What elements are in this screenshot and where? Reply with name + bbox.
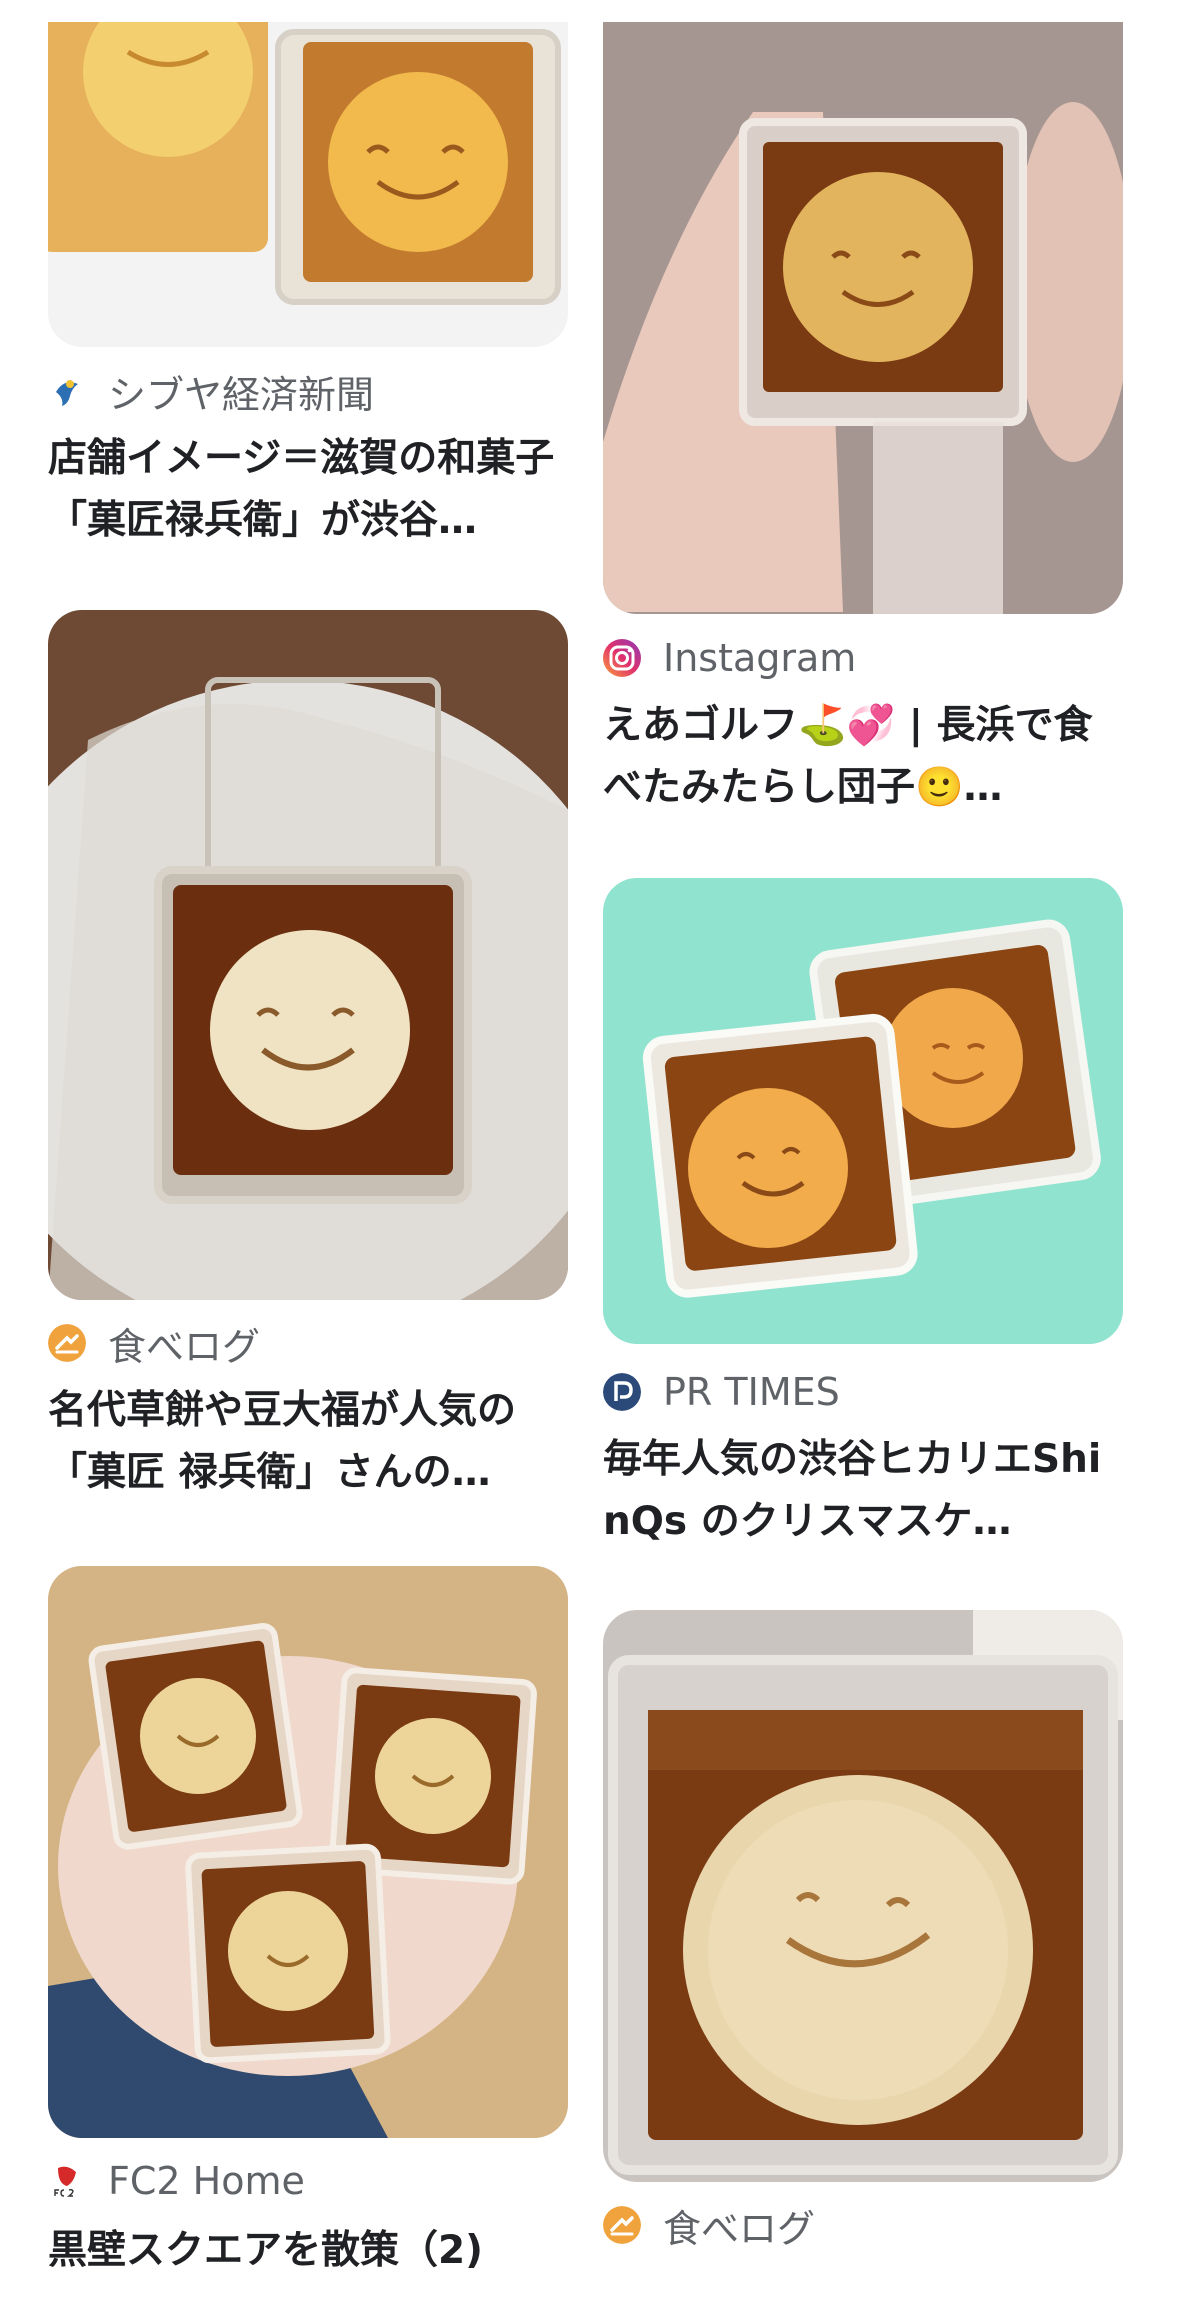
result-source-name: FC2 Home xyxy=(108,2159,305,2203)
instagram-icon xyxy=(603,639,641,677)
tabelog-icon xyxy=(48,1324,86,1362)
result-source-name: 食べログ xyxy=(663,2206,816,2251)
result-source: Instagram xyxy=(603,633,856,683)
result-source-name: 食べログ xyxy=(108,1324,261,1369)
result-source: 食べログ xyxy=(603,2200,816,2251)
result-thumbnail[interactable] xyxy=(48,610,568,1300)
result-source: 食べログ xyxy=(48,1318,261,1369)
fc2-icon xyxy=(48,2162,86,2200)
result-card[interactable]: PR TIMES 毎年人気の渋谷ヒカリエShinQs のクリスマスケ… xyxy=(603,878,1123,1578)
result-card[interactable]: Instagram えあゴルフ⛳💞 | 長浜で食べたみたらし団子🙂… xyxy=(603,0,1123,830)
result-title[interactable]: 毎年人気の渋谷ヒカリエShinQs のクリスマスケ… xyxy=(603,1429,1123,1553)
shibuya-bird-icon xyxy=(48,372,86,410)
result-title[interactable]: 店舗イメージ＝滋賀の和菓子「菓匠禄兵衛」が渋谷… xyxy=(48,428,568,552)
result-thumbnail[interactable] xyxy=(48,1566,568,2138)
result-source: PR TIMES xyxy=(603,1367,840,1417)
result-title[interactable]: 黒壁スクエアを散策（2) xyxy=(48,2220,568,2282)
result-title[interactable]: えあゴルフ⛳💞 | 長浜で食べたみたらし団子🙂… xyxy=(603,695,1123,819)
result-card[interactable]: シブヤ経済新聞 店舗イメージ＝滋賀の和菓子「菓匠禄兵衛」が渋谷… xyxy=(48,0,568,560)
result-thumbnail[interactable] xyxy=(603,878,1123,1344)
result-title[interactable]: 名代草餅や豆大福が人気の「菓匠 禄兵衛」さんの… xyxy=(48,1380,568,1504)
result-thumbnail[interactable] xyxy=(603,1610,1123,2182)
result-thumbnail[interactable] xyxy=(48,22,568,347)
tabelog-icon xyxy=(603,2206,641,2244)
result-card[interactable]: 食べログ 名代草餅や豆大福が人気の「菓匠 禄兵衛」さんの… xyxy=(48,610,568,1510)
result-thumbnail[interactable] xyxy=(603,22,1123,614)
result-source-name: シブヤ経済新聞 xyxy=(108,372,375,417)
result-source-name: Instagram xyxy=(663,636,857,680)
prtimes-icon xyxy=(603,1373,641,1411)
result-source: シブヤ経済新聞 xyxy=(48,366,375,417)
result-card[interactable]: 食べログ xyxy=(603,1610,1123,2321)
result-card[interactable]: FC2 Home 黒壁スクエアを散策（2) xyxy=(48,1566,568,2321)
result-source-name: PR TIMES xyxy=(663,1370,840,1414)
result-source: FC2 Home xyxy=(48,2156,305,2206)
